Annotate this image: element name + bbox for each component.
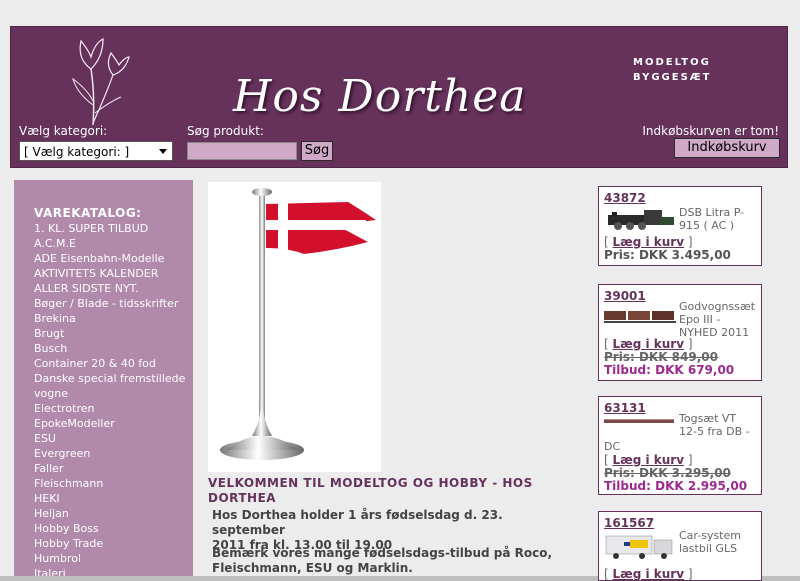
- welcome-heading: VELKOMMEN TIL MODELTOG OG HOBBY - HOS DO…: [208, 476, 548, 506]
- welcome-heading-line-1: VELKOMMEN TIL MODELTOG OG HOBBY - HOS: [208, 476, 533, 490]
- search-button[interactable]: Søg: [301, 141, 333, 161]
- catalog-item[interactable]: Busch: [34, 341, 193, 356]
- catalog-title: VAREKATALOG:: [34, 206, 142, 220]
- add-to-cart-link[interactable]: [ Læg i kurv ]: [604, 453, 693, 467]
- catalog-item[interactable]: Hobby Trade: [34, 536, 193, 551]
- freight-wagons-thumbnail[interactable]: [604, 307, 676, 325]
- para-line: Hos Dorthea holder 1 års fødselsdag d. 2…: [212, 508, 503, 537]
- add-to-cart-label[interactable]: Læg i kurv: [613, 453, 685, 467]
- catalog-item[interactable]: ALLER SIDSTE NYT.: [34, 281, 193, 296]
- catalog-list: 1. KL. SUPER TILBUD A.C.M.E ADE Eisenbah…: [34, 221, 193, 576]
- product-name: Godvognssæt Epo III - NYHED 2011: [679, 300, 761, 339]
- catalog-item[interactable]: A.C.M.E: [34, 236, 193, 251]
- catalog-item[interactable]: ESU: [34, 431, 193, 446]
- product-offer-price: Tilbud: DKK 679,00: [604, 363, 735, 377]
- locomotive-thumbnail[interactable]: [604, 207, 676, 231]
- catalog-item[interactable]: Hobby Boss: [34, 521, 193, 536]
- welcome-heading-line-2: DORTHEA: [208, 491, 277, 505]
- para-line: Fleischmann, ESU og Marklin.: [212, 561, 413, 575]
- tagline: MODELTOG BYGGESÆT: [633, 55, 711, 85]
- product-name: DSB Litra P- 915 ( AC ): [679, 206, 761, 232]
- product-name: Car-system lastbil GLS: [679, 529, 761, 555]
- product-number[interactable]: 39001: [604, 289, 646, 303]
- catalog-item[interactable]: Humbrol: [34, 551, 193, 566]
- product-name-line: Godvognssæt: [679, 300, 756, 313]
- product-name-line: 12-5 fra DB -: [679, 425, 750, 438]
- welcome-paragraph-2: Bemærk vores mange fødselsdags-tilbud på…: [212, 546, 572, 576]
- add-to-cart-label[interactable]: Læg i kurv: [613, 567, 685, 581]
- add-to-cart-link[interactable]: [ Læg i kurv ]: [604, 567, 693, 581]
- add-to-cart-link[interactable]: [ Læg i kurv ]: [604, 337, 693, 351]
- tagline-line-2: BYGGESÆT: [633, 72, 712, 83]
- tagline-line-1: MODELTOG: [633, 57, 711, 68]
- product-name-line: Epo III -: [679, 313, 721, 326]
- catalog-item[interactable]: Fleischmann: [34, 476, 193, 491]
- catalog-sidebar: VAREKATALOG: 1. KL. SUPER TILBUD A.C.M.E…: [14, 180, 193, 576]
- search-input[interactable]: [187, 142, 297, 160]
- product-name-line: DC: [604, 440, 621, 453]
- catalog-item[interactable]: Electrotren: [34, 401, 193, 416]
- catalog-item[interactable]: Italeri: [34, 566, 193, 576]
- catalog-item[interactable]: Heljan: [34, 506, 193, 521]
- product-card: 43872 DSB Litra P- 915 ( AC ) [ Læg i ku…: [598, 186, 762, 266]
- catalog-item[interactable]: AKTIVITETS KALENDER: [34, 266, 193, 281]
- product-card: 161567 Car-system lastbil GLS [ Læg i ku…: [598, 511, 762, 581]
- add-to-cart-link[interactable]: [ Læg i kurv ]: [604, 235, 693, 249]
- site-header: Hos Dorthea MODELTOG BYGGESÆT Vælg kateg…: [10, 26, 788, 168]
- search-label: Søg produkt:: [187, 124, 264, 138]
- product-name: Togsæt VT 12-5 fra DB -: [679, 412, 761, 438]
- product-card: 39001 Godvognssæt Epo III - NYHED 2011 […: [598, 284, 762, 381]
- product-old-price: Pris: DKK 849,00: [604, 350, 718, 364]
- category-select[interactable]: [ Vælg kategori: ]: [19, 141, 173, 161]
- product-name-line: DSB Litra P-: [679, 206, 745, 219]
- page: Hos Dorthea MODELTOG BYGGESÆT Vælg kateg…: [0, 0, 800, 581]
- catalog-item[interactable]: Brugt: [34, 326, 193, 341]
- para-line: Bemærk vores mange fødselsdags-tilbud på…: [212, 546, 553, 560]
- add-to-cart-label[interactable]: Læg i kurv: [613, 337, 685, 351]
- category-select-value: [ Vælg kategori: ]: [24, 145, 130, 159]
- chevron-down-icon: [159, 149, 167, 154]
- flag-image: [208, 182, 381, 472]
- site-logo-text[interactable]: Hos Dorthea: [233, 71, 527, 122]
- catalog-item[interactable]: EpokeModeller: [34, 416, 193, 431]
- gls-truck-thumbnail[interactable]: [604, 532, 676, 560]
- cart-button[interactable]: Indkøbskurv: [674, 138, 780, 158]
- cart-status: Indkøbskurven er tom!: [642, 124, 779, 138]
- danish-flag-icon: [220, 188, 376, 460]
- product-number[interactable]: 161567: [604, 516, 654, 530]
- product-name-line: 915 ( AC ): [679, 219, 735, 232]
- product-number[interactable]: 43872: [604, 191, 646, 205]
- catalog-item[interactable]: Danske special fremstillede: [34, 371, 193, 386]
- train-set-thumbnail[interactable]: [604, 417, 674, 425]
- catalog-item[interactable]: Container 20 & 40 fod: [34, 356, 193, 371]
- catalog-item[interactable]: vogne: [34, 386, 193, 401]
- product-name-line: lastbil GLS: [679, 542, 738, 555]
- product-name-line: Car-system: [679, 529, 741, 542]
- catalog-item[interactable]: HEKI: [34, 491, 193, 506]
- catalog-item[interactable]: Faller: [34, 461, 193, 476]
- product-number[interactable]: 63131: [604, 401, 646, 415]
- catalog-item[interactable]: 1. KL. SUPER TILBUD: [34, 221, 193, 236]
- product-old-price: Pris: DKK 3.295,00: [604, 466, 731, 480]
- catalog-item[interactable]: Evergreen: [34, 446, 193, 461]
- catalog-item[interactable]: Bøger / Blade - tidsskrifter: [34, 296, 193, 311]
- tulip-logo-icon: [72, 38, 130, 126]
- add-to-cart-label[interactable]: Læg i kurv: [613, 235, 685, 249]
- category-label: Vælg kategori:: [19, 124, 108, 138]
- product-name-line: Togsæt VT: [679, 412, 737, 425]
- catalog-item[interactable]: Brekina: [34, 311, 193, 326]
- catalog-item[interactable]: ADE Eisenbahn-Modelle: [34, 251, 193, 266]
- product-offer-price: Tilbud: DKK 2.995,00: [604, 479, 748, 493]
- product-card: 63131 Togsæt VT 12-5 fra DB - DC [ Læg i…: [598, 396, 762, 495]
- product-price: Pris: DKK 3.495,00: [604, 248, 731, 262]
